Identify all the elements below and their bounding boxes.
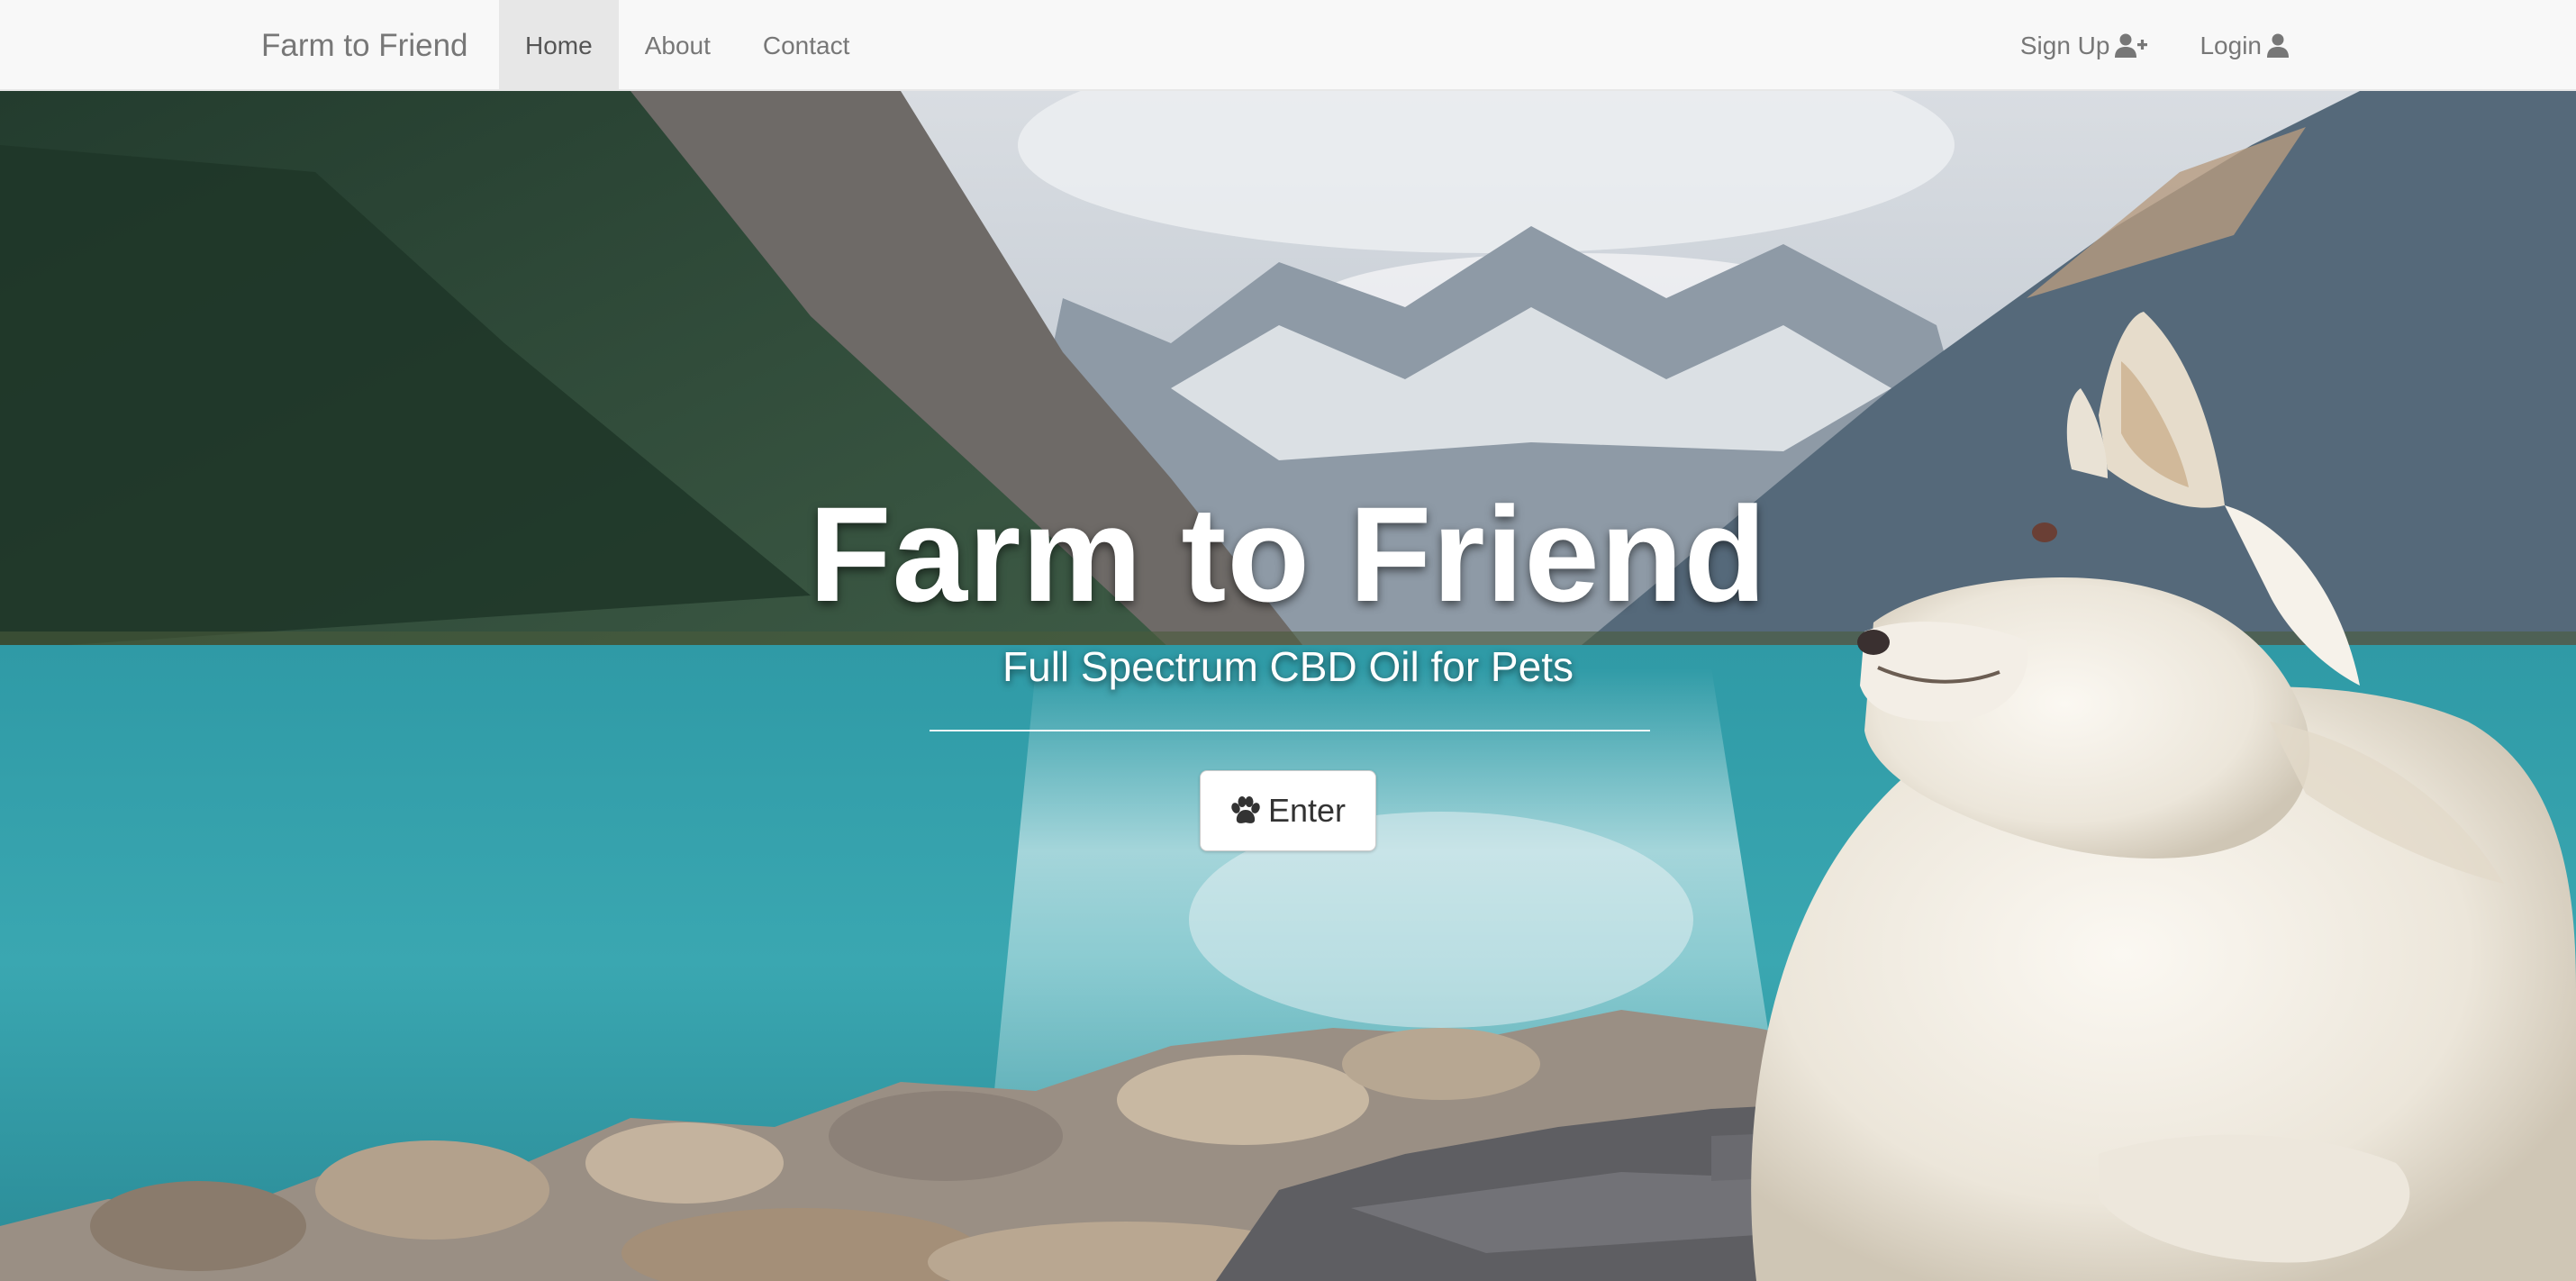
user-plus-icon [2115, 33, 2148, 59]
nav-about[interactable]: About [619, 0, 737, 91]
hero-subtitle: Full Spectrum CBD Oil for Pets [1002, 643, 1574, 690]
sign-up-label: Sign Up [2019, 31, 2110, 59]
brand-link[interactable]: Farm to Friend [261, 0, 468, 91]
login-label: Login [2200, 31, 2262, 59]
paw-icon [1230, 796, 1261, 825]
navbar: Farm to Friend Home About Contact Sign U… [0, 0, 2576, 91]
nav-contact[interactable]: Contact [737, 0, 876, 91]
enter-button-label: Enter [1267, 792, 1347, 829]
hero-title: Farm to Friend [808, 478, 1768, 630]
nav-links: Home About Contact [499, 0, 875, 91]
sign-up-link[interactable]: Sign Up [1994, 0, 2174, 91]
nav-home[interactable]: Home [499, 0, 619, 91]
login-link[interactable]: Login [2173, 0, 2315, 91]
enter-button[interactable]: Enter [1200, 770, 1376, 851]
user-icon [2267, 33, 2289, 59]
hero-section: Farm to Friend Full Spectrum CBD Oil for… [0, 91, 2576, 1281]
hero-divider [930, 730, 1650, 731]
nav-account: Sign Up Login [1994, 0, 2315, 91]
